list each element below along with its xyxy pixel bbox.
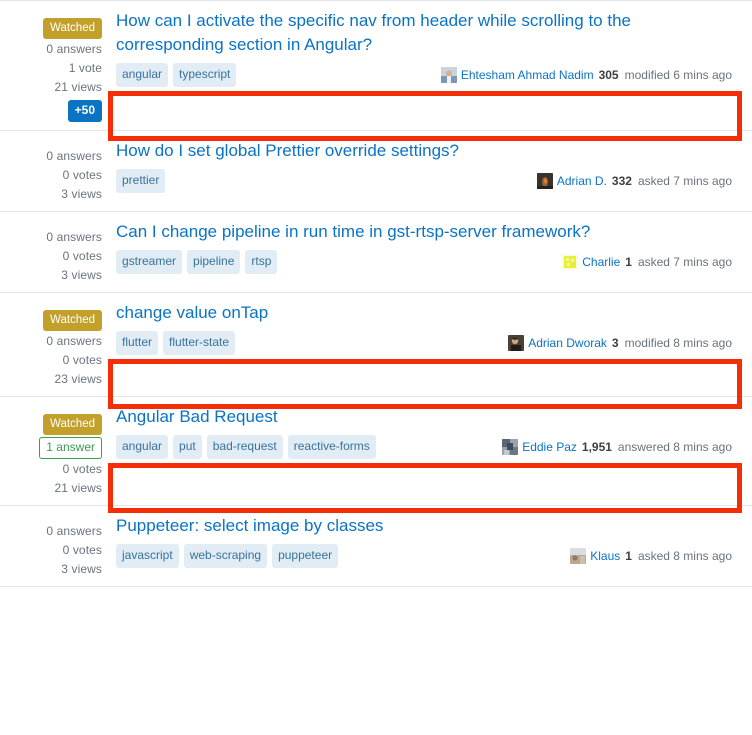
view-count: 21 views (54, 481, 102, 495)
avatar[interactable] (536, 173, 553, 189)
avatar[interactable] (508, 335, 525, 351)
action-timestamp: modified 8 mins ago (624, 335, 732, 350)
avatar[interactable] (562, 254, 579, 270)
question-title-link[interactable]: change value onTap (116, 301, 652, 325)
tag-angular[interactable]: angular (116, 63, 169, 87)
tags-row: angular typescript Ehtesham Ahmad Nadim 305… (116, 63, 742, 87)
question-summary: 0 answers 0 votes 3 views Puppeteer: select… (0, 506, 752, 587)
user-reputation: 305 (598, 67, 619, 82)
answer-count: 0 answers (46, 42, 102, 56)
user-name-link[interactable]: Eddie Paz (522, 439, 577, 456)
tag-gstreamer[interactable]: gstreamer (116, 250, 183, 274)
user-card: Eddie Paz 1,951 answered 8 mins ago (502, 439, 732, 456)
tag-reactive-forms[interactable]: reactive-forms (287, 435, 376, 459)
view-count: 23 views (54, 372, 102, 386)
action-timestamp: answered 8 mins ago (617, 439, 732, 454)
tags-row: gstreamer pipeline rtsp Charlie 1 asked 7 min… (116, 250, 742, 274)
view-count: 21 views (54, 80, 102, 94)
tag-typescript[interactable]: typescript (173, 63, 237, 87)
vote-count: 0 votes (62, 168, 102, 182)
vote-count: 0 votes (62, 462, 102, 476)
question-title-link[interactable]: Angular Bad Request (116, 405, 652, 429)
answer-count: 0 answers (46, 524, 102, 538)
user-name-link[interactable]: Adrian D. (557, 173, 607, 190)
tag-bad-request[interactable]: bad-request (206, 435, 283, 459)
question-content: change value onTap flutter flutter-state Ad… (108, 301, 742, 409)
question-title-link[interactable]: How do I set global Prettier override se… (116, 139, 652, 163)
action-timestamp: asked 7 mins ago (637, 173, 732, 188)
answer-count: 0 answers (46, 149, 102, 163)
question-stats: 0 answers 0 votes 3 views (0, 514, 108, 578)
question-summary: Watched 1 answer 0 votes 21 views Angular Ba… (0, 397, 752, 513)
answer-count: 0 answers (46, 230, 102, 244)
watched-badge[interactable]: Watched (43, 18, 102, 39)
vote-count: 1 vote (68, 61, 102, 75)
question-content: Can I change pipeline in run time in gst… (108, 220, 742, 276)
tags-row: javascript web-scraping puppeteer Klaus 1 ask… (116, 544, 742, 568)
view-count: 3 views (61, 187, 102, 201)
tag-pipeline[interactable]: pipeline (187, 250, 241, 274)
question-summary: 0 answers 0 votes 3 views Can I change pipe… (0, 212, 752, 293)
action-timestamp: modified 6 mins ago (624, 67, 732, 82)
watched-badge[interactable]: Watched (43, 414, 102, 435)
question-stats: Watched 0 answers 0 votes 23 views (0, 301, 108, 388)
question-content: How can I activate the specific nav from… (108, 9, 742, 141)
avatar[interactable] (502, 439, 519, 455)
watched-badge[interactable]: Watched (43, 310, 102, 331)
user-reputation: 1 (625, 548, 632, 563)
bounty-badge[interactable]: +50 (67, 100, 102, 122)
tags-row: prettier Adrian D. 332 asked 7 mins ago (116, 169, 742, 193)
tag-angular[interactable]: angular (116, 435, 169, 459)
question-stats: 0 answers 0 votes 3 views (0, 220, 108, 284)
question-summary: Watched 0 answers 1 vote 21 views +50 How can… (0, 0, 752, 141)
view-count: 3 views (61, 268, 102, 282)
user-reputation: 1,951 (581, 439, 612, 454)
question-summary: 0 answers 0 votes 3 views How do I set glob… (0, 131, 752, 212)
user-reputation: 332 (611, 173, 632, 188)
tag-put[interactable]: put (173, 435, 202, 459)
question-content: Puppeteer: select image by classes javasc… (108, 514, 742, 570)
user-name-link[interactable]: Ehtesham Ahmad Nadim (461, 67, 594, 84)
user-reputation: 3 (611, 335, 619, 350)
avatar[interactable] (570, 548, 587, 564)
avatar[interactable] (440, 67, 457, 83)
view-count: 3 views (61, 562, 102, 576)
tag-javascript[interactable]: javascript (116, 544, 179, 568)
question-stats: Watched 0 answers 1 vote 21 views +50 (0, 9, 108, 122)
tag-puppeteer[interactable]: puppeteer (272, 544, 339, 568)
question-stats: Watched 1 answer 0 votes 21 views (0, 405, 108, 497)
vote-count: 0 votes (62, 543, 102, 557)
question-title-link[interactable]: How can I activate the specific nav from… (116, 9, 652, 57)
user-name-link[interactable]: Charlie (582, 254, 620, 271)
user-card: Adrian Dworak 3 modified 8 mins ago (508, 335, 732, 352)
user-card: Charlie 1 asked 7 mins ago (562, 254, 732, 271)
user-reputation: 1 (625, 254, 632, 269)
tags-row: angular put bad-request reactive-forms Eddie… (116, 435, 742, 459)
tag-rtsp[interactable]: rtsp (245, 250, 278, 274)
tag-prettier[interactable]: prettier (116, 169, 166, 193)
tag-flutter-state[interactable]: flutter-state (163, 331, 236, 355)
answered-badge: 1 answer (39, 437, 102, 459)
answer-count: 0 answers (46, 334, 102, 348)
user-card: Ehtesham Ahmad Nadim 305 modified 6 mins a… (440, 67, 732, 84)
vote-count: 0 votes (62, 353, 102, 367)
question-content: How do I set global Prettier override se… (108, 139, 742, 195)
user-name-link[interactable]: Adrian Dworak (528, 335, 607, 352)
question-summary: Watched 0 answers 0 votes 23 views change va… (0, 293, 752, 409)
action-timestamp: asked 7 mins ago (637, 254, 732, 269)
vote-count: 0 votes (62, 249, 102, 263)
question-stats: 0 answers 0 votes 3 views (0, 139, 108, 203)
user-card: Klaus 1 asked 8 mins ago (570, 548, 732, 565)
question-title-link[interactable]: Puppeteer: select image by classes (116, 514, 652, 538)
tag-web-scraping[interactable]: web-scraping (183, 544, 268, 568)
question-title-link[interactable]: Can I change pipeline in run time in gst… (116, 220, 652, 244)
user-card: Adrian D. 332 asked 7 mins ago (536, 173, 732, 190)
question-content: Angular Bad Request angular put bad-request… (108, 405, 742, 513)
question-list: Watched 0 answers 1 vote 21 views +50 How can… (0, 0, 752, 587)
user-name-link[interactable]: Klaus (590, 548, 620, 565)
tags-row: flutter flutter-state Adrian Dworak 3 modifi… (116, 331, 742, 355)
action-timestamp: asked 8 mins ago (637, 548, 732, 563)
tag-flutter[interactable]: flutter (116, 331, 159, 355)
